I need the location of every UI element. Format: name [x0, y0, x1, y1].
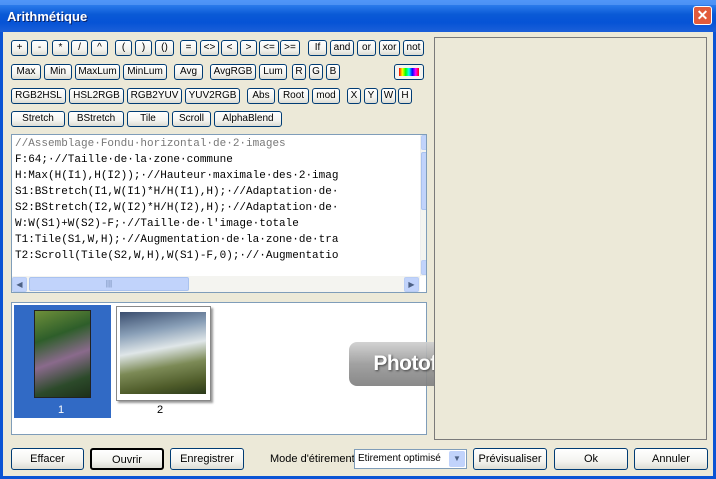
operator-multiply-button[interactable]: * [52, 40, 69, 56]
tile-button[interactable]: Tile [127, 111, 169, 127]
red-button[interactable]: R [292, 64, 306, 80]
scroll-button[interactable]: Scroll [172, 111, 211, 127]
operator-notequal-button[interactable]: <> [200, 40, 219, 56]
scroll-down-icon[interactable]: ▼ [421, 260, 426, 275]
thumbnail-picture-2 [120, 312, 206, 394]
save-button[interactable]: Enregistrer [170, 448, 244, 470]
code-line: T2:Scroll(Tile(S2,W,H),W(S1)-F,0);·//·Au… [15, 250, 339, 262]
preview-panel [434, 37, 707, 440]
y-button[interactable]: Y [364, 88, 378, 104]
xor-button[interactable]: xor [379, 40, 400, 56]
bstretch-button[interactable]: BStretch [68, 111, 124, 127]
thumbnail-image-1[interactable] [34, 310, 91, 398]
stretch-mode-value: Etirement optimisé [358, 453, 441, 464]
blue-button[interactable]: B [326, 64, 340, 80]
or-button[interactable]: or [357, 40, 376, 56]
thumbnail-image-2[interactable] [116, 306, 211, 401]
window-frame-left [0, 32, 3, 479]
root-button[interactable]: Root [278, 88, 309, 104]
close-icon[interactable]: ✕ [693, 6, 712, 25]
code-line: W:W(S1)+W(S2)-F;·//Taille·de·l'image·tot… [15, 218, 299, 230]
lum-button[interactable]: Lum [259, 64, 287, 80]
max-button[interactable]: Max [11, 64, 41, 80]
title-bar-highlight [0, 0, 716, 5]
and-button[interactable]: and [330, 40, 354, 56]
stretch-mode-label: Mode d'étirement [270, 453, 355, 465]
avgrgb-button[interactable]: AvgRGB [210, 64, 256, 80]
operator-power-button[interactable]: ^ [91, 40, 108, 56]
green-button[interactable]: G [309, 64, 323, 80]
clear-button[interactable]: Effacer [11, 448, 84, 470]
code-line: T1:Tile(S1,W,H);·//Augmentation·de·la·zo… [15, 234, 339, 246]
code-line: S2:BStretch(I2,W(I2)*H/H(I2),H);·//Adapt… [15, 202, 339, 214]
avg-button[interactable]: Avg [174, 64, 203, 80]
horizontal-scrollbar[interactable]: ◀ ||| ▶ [12, 276, 420, 292]
arithmetic-dialog: Arithmétique ✕ + - * / ^ ( ) () = <> < >… [0, 0, 716, 479]
operator-plus-button[interactable]: + [11, 40, 28, 56]
code-line: F:64;·//Taille·de·la·zone·commune [15, 154, 233, 166]
stretch-button[interactable]: Stretch [11, 111, 65, 127]
rgb2hsl-button[interactable]: RGB2HSL [11, 88, 66, 104]
operator-divide-button[interactable]: / [71, 40, 88, 56]
title-bar[interactable]: Arithmétique ✕ [0, 0, 716, 32]
ok-button[interactable]: Ok [554, 448, 628, 470]
if-button[interactable]: If [308, 40, 327, 56]
color-palette-button[interactable] [394, 64, 424, 80]
window-title: Arithmétique [7, 9, 88, 24]
not-button[interactable]: not [403, 40, 424, 56]
vertical-scroll-thumb[interactable] [421, 152, 426, 210]
hsl2rgb-button[interactable]: HSL2RGB [69, 88, 124, 104]
code-line: //Assemblage·Fondu·horizontal·de·2·image… [15, 138, 286, 150]
operator-less-button[interactable]: < [221, 40, 238, 56]
open-paren-button[interactable]: ( [115, 40, 132, 56]
preview-button[interactable]: Prévisualiser [473, 448, 547, 470]
thumbnail-label-2: 2 [156, 404, 164, 416]
maxlum-button[interactable]: MaxLum [75, 64, 120, 80]
operator-equal-button[interactable]: = [180, 40, 197, 56]
operator-minus-button[interactable]: - [31, 40, 48, 56]
stretch-mode-select[interactable]: Etirement optimisé ▼ [354, 449, 467, 469]
scroll-right-icon[interactable]: ▶ [404, 277, 419, 292]
mod-button[interactable]: mod [312, 88, 340, 104]
minlum-button[interactable]: MinLum [123, 64, 167, 80]
operator-lessequal-button[interactable]: <= [259, 40, 279, 56]
alphablend-button[interactable]: AlphaBlend [214, 111, 282, 127]
rgb2yuv-button[interactable]: RGB2YUV [127, 88, 182, 104]
scroll-left-icon[interactable]: ◀ [12, 277, 27, 292]
open-button[interactable]: Ouvrir [90, 448, 164, 470]
code-line: S1:BStretch(I1,W(I1)*H/H(I1),H);·//Adapt… [15, 186, 339, 198]
w-button[interactable]: W [381, 88, 396, 104]
parens-button[interactable]: () [155, 40, 174, 56]
formula-editor[interactable]: //Assemblage·Fondu·horizontal·de·2·image… [11, 134, 427, 293]
color-palette-icon [399, 68, 419, 76]
yuv2rgb-button[interactable]: YUV2RGB [185, 88, 240, 104]
x-button[interactable]: X [347, 88, 361, 104]
chevron-down-icon[interactable]: ▼ [449, 451, 465, 467]
abs-button[interactable]: Abs [247, 88, 275, 104]
min-button[interactable]: Min [44, 64, 72, 80]
operator-greaterequal-button[interactable]: >= [280, 40, 300, 56]
horizontal-scroll-thumb[interactable]: ||| [29, 277, 189, 291]
cancel-button[interactable]: Annuler [634, 448, 708, 470]
close-paren-button[interactable]: ) [135, 40, 152, 56]
code-line: H:Max(H(I1),H(I2));·//Hauteur·maximale·d… [15, 170, 339, 182]
scroll-up-icon[interactable]: ▲ [421, 135, 426, 150]
operator-greater-button[interactable]: > [240, 40, 257, 56]
thumbnail-label-1: 1 [57, 404, 65, 416]
h-button[interactable]: H [398, 88, 412, 104]
